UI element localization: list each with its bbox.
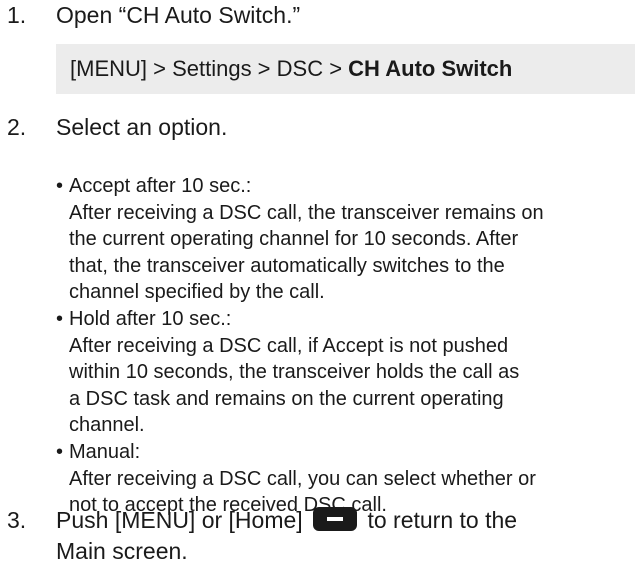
option-desc-line: After receiving a DSC call, the transcei… [69,201,544,224]
option-hold: • Hold after 10 sec.: After receiving a D… [56,306,544,439]
option-desc-line: the current operating channel for 10 sec… [69,228,519,251]
option-desc-line: After receiving a DSC call, if Accept is… [69,334,509,357]
menu-path-target: CH Auto Switch [348,56,513,81]
option-title: Hold after 10 sec.: [69,307,232,330]
bullet-icon: • [56,307,64,330]
step-number: 3. [7,507,27,533]
step-number: 1. [7,2,27,28]
menu-path-box: [MENU] > Settings > DSC > CH Auto Switch [56,44,635,94]
step-text-after-key: to return to the [367,507,518,533]
option-title: Manual: [69,440,141,463]
option-desc-line: a DSC task and remains on the current op… [69,387,504,410]
option-desc-line: After receiving a DSC call, you can sele… [69,467,536,490]
option-desc-line: channel. [69,414,145,437]
option-title: Accept after 10 sec.: [69,175,252,197]
step-text: Push [MENU] or [Home] to return to the [56,505,517,536]
bullet-icon: • [56,440,64,463]
step-text: Open “CH Auto Switch.” [56,2,301,28]
option-accept: • Accept after 10 sec.: After receiving a… [56,173,544,306]
step-number: 2. [7,114,27,140]
step-text-line2: Main screen. [56,538,188,564]
option-list: • Accept after 10 sec.: After receiving a… [56,173,544,519]
step-text-before-key: Push [MENU] or [Home] [56,507,303,533]
step-text: Select an option. [56,114,228,140]
menu-path-prefix: [MENU] > Settings > DSC > [70,56,349,81]
option-desc-line: within 10 seconds, the transceiver holds… [69,361,520,384]
option-desc-line: that, the transceiver automatically swit… [69,254,505,277]
bullet-icon: • [56,175,64,197]
option-desc-line: channel specified by the call. [69,281,325,304]
minus-key-icon [313,507,358,531]
